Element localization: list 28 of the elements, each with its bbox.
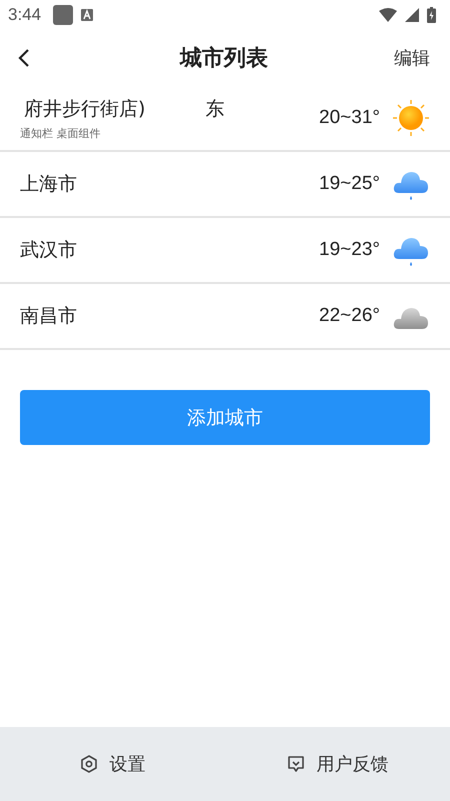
status-time: 3:44 — [8, 5, 42, 25]
bottom-bar-button[interactable]: 用户反馈 — [225, 727, 450, 801]
feedback-icon — [286, 755, 304, 773]
bottom-bar-button[interactable]: 设置 — [0, 727, 225, 801]
temperature-range: 19~25° — [319, 173, 380, 195]
page-title: 城市列表 — [180, 44, 268, 73]
city-row[interactable]: 武汉市 19~23° — [0, 218, 450, 284]
temperature-range: 19~23° — [319, 239, 380, 261]
city-row[interactable]: 府井步行街店) 东 通知栏 桌面组件 20~31° — [0, 86, 450, 152]
back-icon[interactable] — [18, 48, 30, 68]
city-name: 南昌市 — [20, 304, 78, 329]
city-row[interactable]: 南昌市 22~26° — [0, 284, 450, 350]
keyboard-notification-icon — [81, 9, 94, 21]
wifi-icon — [379, 8, 397, 22]
city-name: 武汉市 — [20, 238, 78, 263]
city-subtitle: 通知栏 桌面组件 — [20, 126, 102, 140]
settings-icon — [80, 755, 98, 773]
temperature-range: 22~26° — [319, 305, 380, 327]
city-row[interactable]: 上海市 19~25° — [0, 152, 450, 218]
edit-button[interactable]: 编辑 — [394, 46, 430, 70]
battery-icon — [427, 7, 436, 23]
app-notification-icon — [53, 5, 74, 25]
city-name: 上海市 — [20, 172, 78, 197]
city-name: 府井步行街店) — [24, 96, 146, 122]
temperature-range: 20~31° — [319, 107, 380, 129]
sun-icon — [392, 99, 430, 137]
signal-icon — [405, 8, 419, 22]
district-name: 东 — [205, 96, 224, 122]
